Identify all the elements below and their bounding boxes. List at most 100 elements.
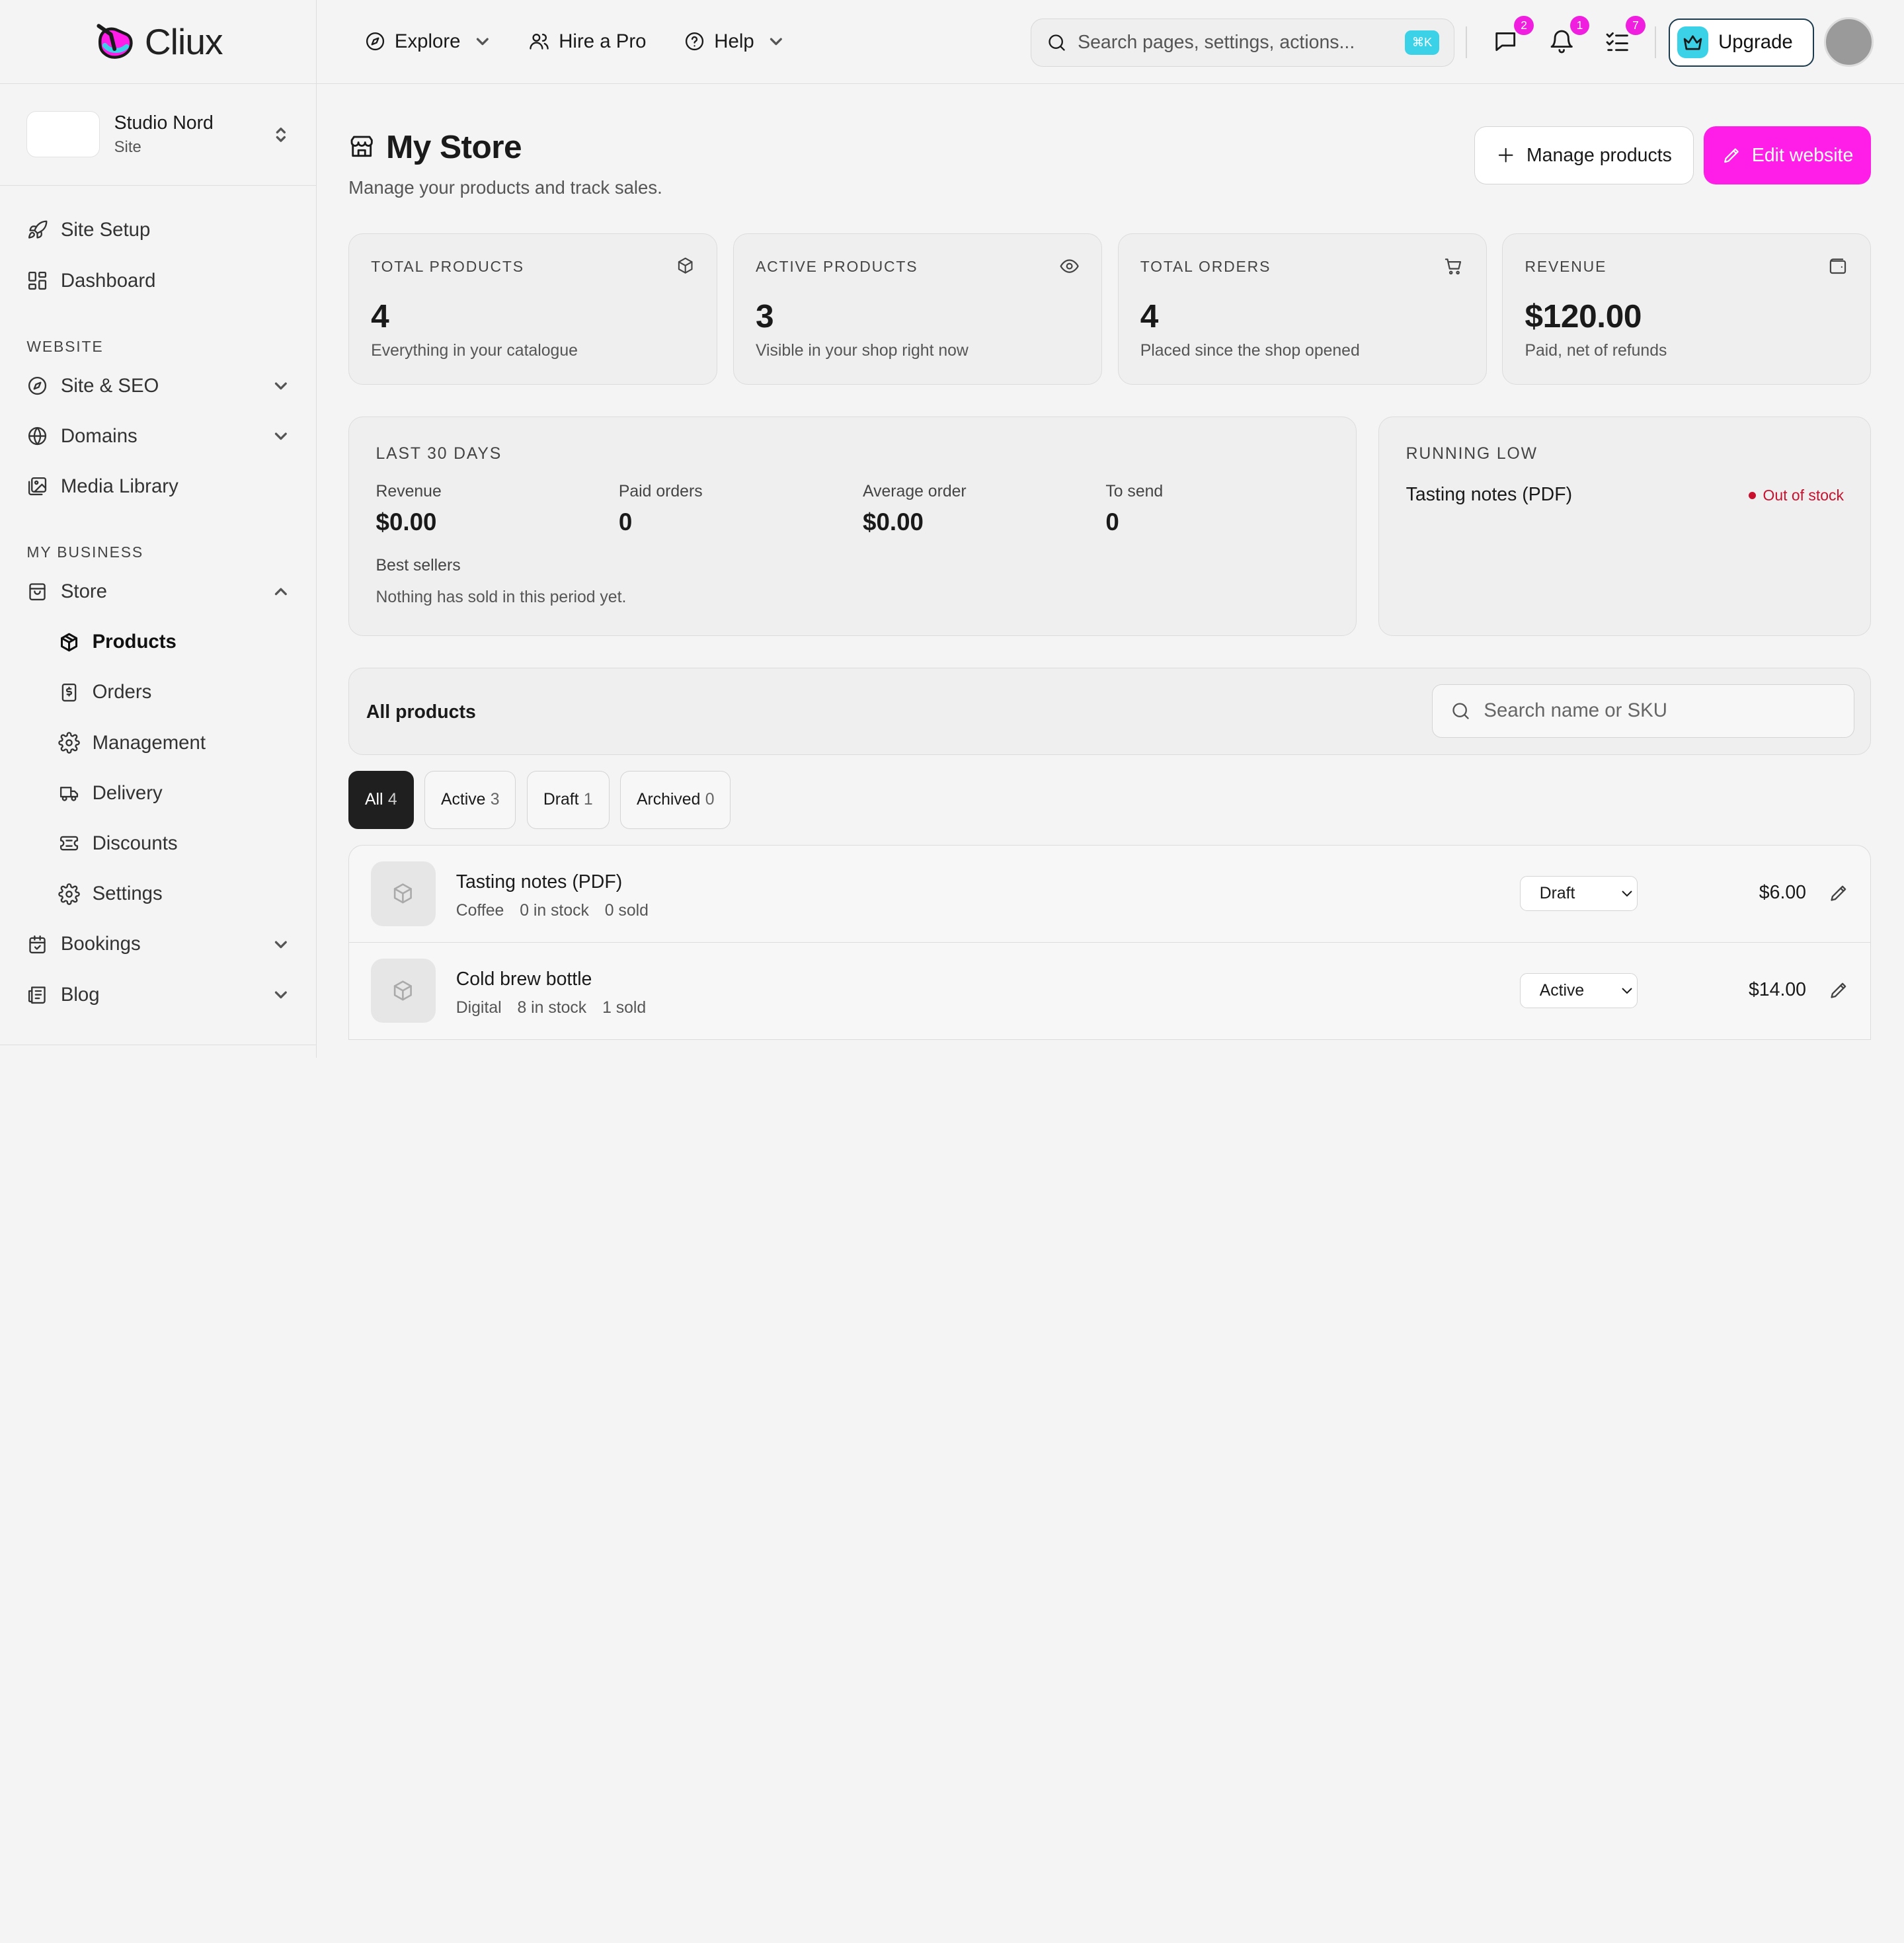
filter-count: 4 bbox=[387, 791, 397, 809]
product-name[interactable]: Tasting notes (PDF) bbox=[456, 871, 622, 893]
global-search-input[interactable]: Search pages, settings, actions... bbox=[1078, 32, 1395, 54]
search-icon bbox=[1452, 703, 1469, 719]
sidebar-item-media-library[interactable]: Media Library bbox=[0, 461, 316, 512]
product-row[interactable]: Cold brew bottle Digital 8 in stock 1 so… bbox=[349, 943, 1871, 1041]
topbar-divider bbox=[1465, 26, 1467, 59]
sidebar-item-orders[interactable]: Orders bbox=[0, 667, 316, 717]
page-title-text: My Store bbox=[386, 128, 522, 165]
stat-description: Everything in your catalogue bbox=[371, 342, 578, 360]
products-list-title: All products bbox=[366, 701, 476, 723]
low-stock-item[interactable]: Tasting notes (PDF) bbox=[1406, 484, 1572, 506]
eye-icon bbox=[1060, 259, 1079, 273]
chevron-down-icon bbox=[275, 941, 288, 948]
sidebar-item-label: Dashboard bbox=[60, 269, 156, 292]
chevron-down-icon bbox=[275, 991, 288, 998]
metric-revenue: Revenue $0.00 bbox=[376, 483, 442, 536]
sidebar-item-discounts[interactable]: Discounts bbox=[0, 818, 316, 869]
product-status-select[interactable]: Active bbox=[1519, 973, 1638, 1009]
shortcut-hint: ⌘K bbox=[1404, 30, 1440, 55]
bag-icon bbox=[29, 583, 46, 601]
tasks-button[interactable]: 7 bbox=[1604, 15, 1646, 54]
wallet-icon bbox=[1829, 258, 1846, 274]
site-thumbnail bbox=[26, 111, 100, 158]
brand-logo[interactable]: Cliux bbox=[0, 0, 317, 84]
box-icon bbox=[61, 633, 78, 651]
sidebar-item-label: Site Setup bbox=[60, 219, 151, 241]
product-price: $6.00 bbox=[1759, 882, 1806, 904]
filter-active[interactable]: Active 3 bbox=[424, 771, 516, 830]
app-root: Cliux Studio Nord Site Site Setup Dashbo… bbox=[0, 0, 1904, 1058]
stat-card-active-products: ACTIVE PRODUCTS 3 Visible in your shop r… bbox=[733, 233, 1102, 385]
metric-value: $0.00 bbox=[376, 508, 437, 536]
storefront-icon bbox=[350, 136, 373, 157]
hire-a-pro-link[interactable]: Hire a Pro bbox=[528, 30, 646, 53]
product-search-input[interactable]: Search name or SKU bbox=[1484, 699, 1667, 722]
product-search[interactable]: Search name or SKU bbox=[1432, 684, 1855, 738]
plus-icon bbox=[1498, 148, 1513, 163]
pencil-icon[interactable] bbox=[1828, 979, 1850, 1001]
product-price: $14.00 bbox=[1748, 979, 1806, 1001]
pencil-icon[interactable] bbox=[1828, 882, 1850, 904]
edit-website-button[interactable]: Edit website bbox=[1703, 126, 1872, 185]
filter-archived[interactable]: Archived 0 bbox=[620, 771, 731, 830]
sidebar-item-products[interactable]: Products bbox=[0, 617, 316, 667]
product-status-select[interactable]: Draft bbox=[1519, 876, 1638, 912]
global-search[interactable]: Search pages, settings, actions... ⌘K bbox=[1031, 18, 1455, 67]
edit-website-label: Edit website bbox=[1751, 144, 1854, 166]
calendar-icon bbox=[29, 935, 46, 953]
stat-label: TOTAL PRODUCTS bbox=[371, 258, 524, 276]
sidebar-item-dashboard[interactable]: Dashboard bbox=[0, 256, 316, 306]
explore-label: Explore bbox=[394, 30, 461, 52]
filter-label: All bbox=[365, 791, 383, 809]
topbar-divider bbox=[1655, 26, 1657, 59]
filter-label: Draft bbox=[543, 791, 579, 809]
help-menu[interactable]: Help bbox=[684, 30, 784, 53]
notifications-button[interactable]: 1 bbox=[1548, 15, 1590, 54]
best-sellers-label: Best sellers bbox=[376, 557, 461, 575]
sidebar-item-label: Blog bbox=[60, 983, 100, 1006]
messages-button[interactable]: 2 bbox=[1492, 15, 1534, 54]
product-name[interactable]: Cold brew bottle bbox=[456, 969, 592, 990]
sidebar-item-site-seo[interactable]: Site & SEO bbox=[0, 360, 316, 411]
upgrade-button[interactable]: Upgrade bbox=[1668, 18, 1814, 67]
user-avatar[interactable] bbox=[1823, 17, 1874, 67]
filter-draft[interactable]: Draft 1 bbox=[526, 771, 610, 830]
sidebar-item-label: Media Library bbox=[60, 475, 178, 497]
stat-label: REVENUE bbox=[1525, 258, 1607, 276]
receipt-icon bbox=[61, 683, 77, 701]
checklist-icon bbox=[1606, 32, 1629, 52]
notifications-badge: 1 bbox=[1569, 15, 1590, 36]
stock-status-text: Out of stock bbox=[1763, 486, 1844, 504]
explore-menu[interactable]: Explore bbox=[364, 30, 491, 53]
metric-value: 0 bbox=[1105, 508, 1119, 536]
sidebar-item-settings[interactable]: Settings bbox=[0, 869, 316, 919]
sidebar-item-bookings[interactable]: Bookings bbox=[0, 919, 316, 969]
box-icon bbox=[394, 883, 413, 904]
rocket-icon bbox=[28, 220, 48, 239]
chat-icon bbox=[1495, 32, 1516, 52]
filter-all[interactable]: All 4 bbox=[348, 771, 414, 830]
upgrade-label: Upgrade bbox=[1718, 31, 1793, 54]
gear-icon bbox=[58, 883, 80, 905]
sidebar-item-blog[interactable]: Blog bbox=[0, 970, 316, 1020]
site-switcher[interactable]: Studio Nord Site bbox=[0, 84, 317, 186]
stat-description: Paid, net of refunds bbox=[1525, 342, 1667, 360]
sidebar-item-delivery[interactable]: Delivery bbox=[0, 768, 316, 818]
stat-description: Visible in your shop right now bbox=[755, 342, 969, 360]
sidebar-item-management[interactable]: Management bbox=[0, 717, 316, 768]
sidebar-item-label: Products bbox=[92, 631, 177, 653]
product-row[interactable]: Tasting notes (PDF) Coffee 0 in stock 0 … bbox=[349, 846, 1871, 943]
ticket-icon bbox=[60, 836, 79, 851]
tasks-badge: 7 bbox=[1626, 15, 1646, 36]
filter-count: 1 bbox=[583, 791, 593, 809]
sidebar-item-label: Site & SEO bbox=[60, 374, 159, 397]
users-icon bbox=[530, 34, 549, 50]
sidebar-item-domains[interactable]: Domains bbox=[0, 411, 316, 461]
sidebar-item-store[interactable]: Store bbox=[0, 567, 316, 617]
search-icon bbox=[1049, 34, 1066, 51]
metric-label: Revenue bbox=[376, 483, 442, 501]
sidebar-item-site-setup[interactable]: Site Setup bbox=[0, 205, 316, 255]
manage-products-button[interactable]: Manage products bbox=[1474, 126, 1694, 185]
site-type: Site bbox=[114, 138, 141, 156]
logo-mark-icon bbox=[97, 24, 133, 59]
